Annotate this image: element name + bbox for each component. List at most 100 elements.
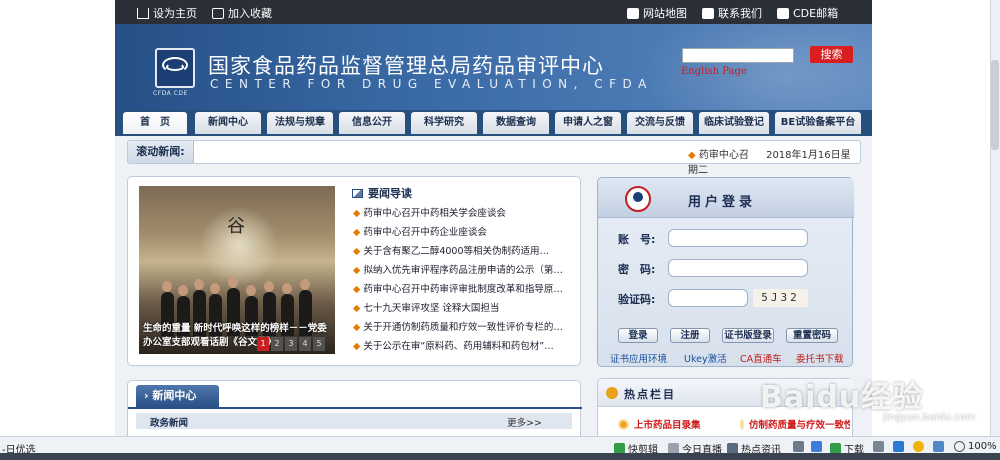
featured-photo[interactable]: 谷 生命的重量 新时代呼唤这样的榜样－－党委办公室支部观看话剧《谷文昌》 1 2…: [139, 186, 335, 354]
password-input[interactable]: [668, 259, 808, 277]
featured-news-panel: 谷 生命的重量 新时代呼唤这样的榜样－－党委办公室支部观看话剧《谷文昌》 1 2…: [127, 176, 581, 366]
list-item[interactable]: ◆ 七十九天审评攻坚 诠释大国担当: [353, 299, 575, 318]
hot-item-generic-drug[interactable]: 仿制药质量与疗效一致性评价专栏: [740, 417, 850, 431]
nav-clinical-trial[interactable]: 临床试验登记: [699, 112, 769, 134]
magnifier-icon: [954, 441, 965, 452]
login-title: 用户登录: [688, 195, 757, 210]
cert-env-link[interactable]: 证书应用环境: [610, 351, 667, 365]
login-button[interactable]: 登录: [618, 328, 658, 343]
nav-news-center[interactable]: 新闻中心: [195, 112, 261, 134]
pager-dot[interactable]: 5: [313, 337, 325, 351]
ukey-activate-link[interactable]: Ukey激活: [684, 351, 727, 365]
hot-item-drug-catalog[interactable]: 上市药品目录集: [618, 417, 701, 431]
search-input[interactable]: [682, 48, 794, 63]
tab-news-center[interactable]: › 新闻中心: [136, 385, 219, 407]
nav-regulations[interactable]: 法规与规章: [267, 112, 333, 134]
sun-icon: [618, 418, 629, 430]
list-item[interactable]: ◆ 拟纳入优先审评程序药品注册申请的公示（第…: [353, 261, 575, 280]
account-input[interactable]: [668, 229, 808, 247]
reset-password-button[interactable]: 重置密码: [786, 328, 838, 343]
more-link[interactable]: 更多>>: [507, 415, 542, 429]
pager-dot[interactable]: 3: [285, 337, 297, 351]
nav-data-query[interactable]: 数据查询: [483, 112, 549, 134]
settings-button[interactable]: [793, 441, 804, 452]
search-button[interactable]: 搜索: [810, 46, 853, 63]
list-item[interactable]: ◆ 药审中心召开中药相关学会座谈会: [353, 204, 575, 223]
scrollbar-thumb[interactable]: [991, 60, 999, 150]
baidu-watermark: Baidu经验: [760, 380, 924, 415]
envelope-icon: [777, 7, 789, 19]
user-icon: [625, 186, 651, 212]
window-button[interactable]: [933, 441, 944, 452]
nav-info-disclosure[interactable]: 信息公开: [339, 112, 405, 134]
captcha-image[interactable]: 5J32: [753, 289, 808, 307]
ca-link[interactable]: CA直通车: [740, 351, 782, 365]
site-banner: CFDA CDE 国家食品药品监督管理总局药品审评中心 CENTER FOR D…: [115, 24, 872, 110]
emoji-button[interactable]: [913, 441, 924, 452]
sun-icon: [740, 418, 744, 430]
speaker-icon: [873, 441, 884, 452]
news-guide-heading: 要闻导读: [352, 185, 412, 201]
nav-be-platform[interactable]: BE试验备案平台: [775, 112, 861, 134]
captcha-label: 验证码:: [618, 293, 656, 306]
english-page-link[interactable]: English Page: [681, 66, 747, 77]
ticker-news-link[interactable]: 药审中心召: [699, 150, 749, 161]
phone-icon: [702, 7, 714, 19]
watermark-url: jingyan.baidu.com: [883, 412, 976, 423]
zoom-control[interactable]: 100%: [954, 441, 997, 452]
site-container: 设为主页 加入收藏 网站地图 联系我们 CDE邮箱 CFDA CDE 国家食品药…: [115, 0, 872, 436]
contact-link[interactable]: 联系我们: [702, 5, 762, 21]
pager-dot[interactable]: 1: [257, 337, 269, 351]
sitemap-link[interactable]: 网站地图: [627, 5, 687, 21]
bullet-icon: ◆: [353, 341, 361, 352]
cert-login-button[interactable]: 证书版登录: [722, 328, 774, 343]
pager-dot[interactable]: 2: [271, 337, 283, 351]
list-item[interactable]: ◆ 关于开通仿制药质量和疗效一致性评价专栏的…: [353, 318, 575, 337]
nav-home[interactable]: 首 页: [123, 112, 187, 134]
window-icon: [933, 441, 944, 452]
register-button[interactable]: 注册: [670, 328, 710, 343]
bulb-icon: [606, 387, 618, 399]
site-title: 国家食品药品监督管理总局药品审评中心: [208, 54, 604, 78]
bullet-icon: ◆: [353, 265, 361, 276]
authorization-download-link[interactable]: 委托书下载: [796, 351, 844, 365]
bullet-icon: ◆: [353, 227, 361, 238]
list-item[interactable]: ◆ 关于公示在审“原料药、药用辅料和药包材”…: [353, 337, 575, 356]
news-guide-list: ◆ 药审中心召开中药相关学会座谈会 ◆ 药审中心召开中药企业座谈会 ◆ 关于含有…: [353, 204, 575, 356]
bullet-icon: ◆: [353, 284, 361, 295]
password-label: 密 码:: [618, 263, 656, 276]
list-item[interactable]: ◆ 药审中心召开中药审评审批制度改革和指导原…: [353, 280, 575, 299]
add-favorites-link[interactable]: 加入收藏: [212, 5, 272, 21]
mail-icon: [212, 7, 224, 19]
smile-icon: [913, 441, 924, 452]
mute-button[interactable]: [873, 441, 884, 452]
site-subtitle: CENTER FOR DRUG EVALUATION, CFDA: [210, 77, 653, 91]
browser-icon: [893, 441, 904, 452]
gov-news-label: 政务新闻: [150, 418, 189, 429]
list-item[interactable]: ◆ 药审中心召开中药企业座谈会: [353, 223, 575, 242]
bullet-icon: ◆: [353, 303, 361, 314]
vertical-scrollbar[interactable]: [990, 0, 1000, 436]
bullet-icon: ◆: [688, 150, 696, 161]
photo-calligraphy: 谷: [227, 216, 245, 237]
account-label: 账 号:: [618, 233, 656, 246]
home-icon: [137, 7, 149, 19]
nav-applicant-window[interactable]: 申请人之窗: [555, 112, 621, 134]
set-home-link[interactable]: 设为主页: [137, 5, 197, 21]
nav-research[interactable]: 科学研究: [411, 112, 477, 134]
list-item[interactable]: ◆ 关于含有聚乙二醇4000等相关伪制药适用…: [353, 242, 575, 261]
shield-button[interactable]: [811, 441, 822, 452]
bullet-icon: ◆: [353, 322, 361, 333]
captcha-input[interactable]: [668, 289, 748, 307]
bullet-icon: ◆: [353, 208, 361, 219]
cfda-logo: [155, 48, 195, 88]
main-nav: 首 页 新闻中心 法规与规章 信息公开 科学研究 数据查询 申请人之窗 交流与反…: [115, 110, 872, 136]
scrolling-news-label: 滚动新闻:: [128, 141, 194, 163]
hot-columns-title: 热点栏目: [624, 388, 676, 401]
cde-mail-link[interactable]: CDE邮箱: [777, 5, 838, 21]
ie-button[interactable]: [893, 441, 904, 452]
pager-dot[interactable]: 4: [299, 337, 311, 351]
page-margin-right: [872, 0, 990, 436]
nav-feedback[interactable]: 交流与反馈: [627, 112, 693, 134]
gear-icon: [793, 441, 804, 452]
